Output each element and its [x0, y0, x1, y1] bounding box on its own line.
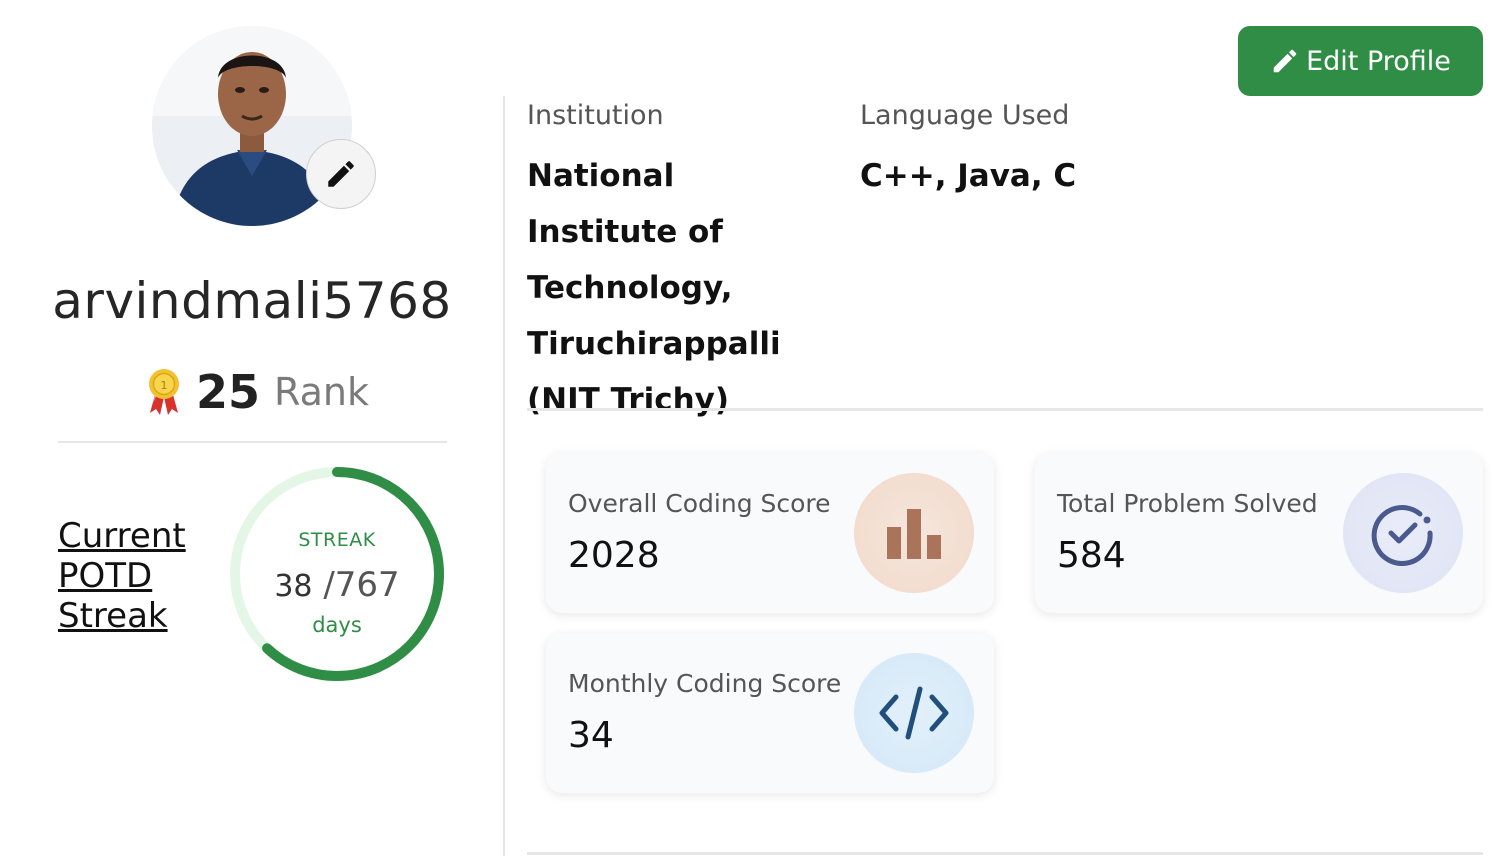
card-title: Total Problem Solved	[1057, 489, 1318, 518]
streak-unit: days	[312, 613, 362, 637]
medal-icon: 1	[149, 369, 179, 415]
pencil-icon	[1270, 46, 1300, 76]
language-label: Language Used	[860, 100, 1070, 131]
card-value: 584	[1057, 535, 1126, 576]
section-divider	[527, 408, 1483, 411]
edit-avatar-button[interactable]	[306, 139, 376, 209]
language-value: C++, Java, C	[860, 158, 1077, 194]
streak-link-line: Streak	[58, 596, 168, 636]
edit-profile-label: Edit Profile	[1306, 45, 1451, 77]
bar-chart-icon	[854, 473, 974, 593]
username: arvindmali5768	[52, 272, 452, 330]
monthly-score-card: Monthly Coding Score 34	[546, 633, 994, 793]
profile-avatar-container	[152, 26, 376, 226]
card-value: 34	[568, 715, 614, 756]
card-title: Overall Coding Score	[568, 489, 831, 518]
svg-text:1: 1	[161, 379, 168, 392]
streak-link-line: POTD	[58, 556, 153, 596]
rank-value: 25	[196, 365, 261, 419]
card-value: 2028	[568, 535, 660, 576]
institution-value: National Institute of Technology, Tiruch…	[527, 158, 781, 418]
potd-streak-link[interactable]: Current POTD Streak	[58, 516, 228, 636]
check-circle-icon	[1343, 473, 1463, 593]
streak-link-line: Current	[58, 516, 186, 556]
streak-ring-text: STREAK 38 /767 days	[224, 461, 450, 687]
streak-label: STREAK	[298, 529, 376, 551]
overall-score-card: Overall Coding Score 2028	[546, 453, 994, 613]
column-divider	[503, 96, 505, 856]
pencil-icon	[328, 161, 354, 187]
code-icon	[854, 653, 974, 773]
streak-current: 38	[274, 569, 313, 604]
institution-label: Institution	[527, 100, 664, 131]
problems-solved-card: Total Problem Solved 584	[1035, 453, 1483, 613]
left-divider	[58, 441, 447, 443]
edit-profile-button[interactable]: Edit Profile	[1238, 26, 1483, 96]
rank-row: 1 25 Rank	[144, 362, 369, 422]
bottom-divider	[527, 852, 1483, 855]
streak-total: /767	[323, 565, 400, 605]
rank-label: Rank	[274, 370, 369, 414]
card-title: Monthly Coding Score	[568, 669, 842, 698]
streak-count: 38 /767	[224, 565, 450, 605]
